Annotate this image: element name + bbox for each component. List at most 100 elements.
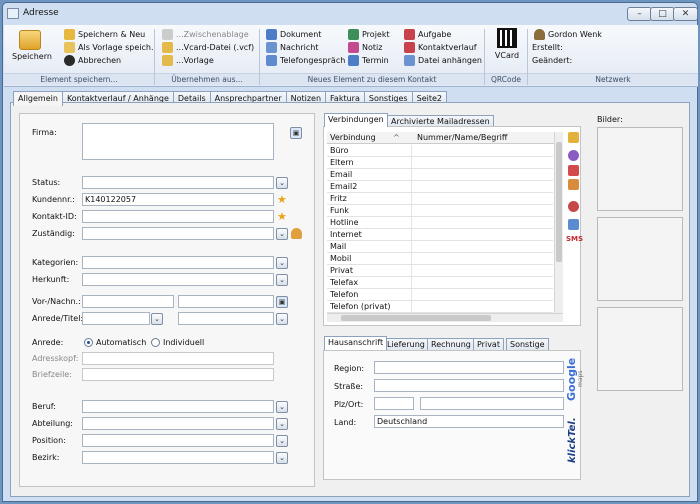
connection-row[interactable]: Funk bbox=[327, 205, 553, 217]
column-verbindung[interactable]: Verbindung bbox=[330, 133, 376, 142]
company-lookup-icon[interactable]: ▣ bbox=[290, 127, 302, 139]
connection-value-cell[interactable] bbox=[411, 241, 412, 253]
abteilung-dropdown-icon[interactable]: ⌄ bbox=[276, 418, 288, 430]
connection-row[interactable]: Telefon (privat) bbox=[327, 301, 553, 313]
abteilung-select[interactable] bbox=[82, 417, 274, 430]
owner-user[interactable]: Gordon Wenk bbox=[534, 29, 602, 40]
save-big-button[interactable]: Speichern bbox=[12, 28, 52, 68]
kategorien-select[interactable] bbox=[82, 256, 274, 269]
tab-hausanschrift[interactable]: Hausanschrift bbox=[324, 336, 388, 350]
save-template-button[interactable]: Als Vorlage speich. bbox=[64, 42, 154, 53]
image-slot-1[interactable] bbox=[597, 127, 683, 211]
new-document-button[interactable]: Dokument bbox=[266, 29, 321, 40]
connection-row[interactable]: Fritz bbox=[327, 193, 553, 205]
from-vcard-button[interactable]: ...Vcard-Datei (.vcf) bbox=[162, 42, 254, 53]
status-select[interactable] bbox=[82, 176, 274, 189]
titel-dropdown-icon[interactable]: ⌄ bbox=[276, 313, 288, 325]
klicktel-button[interactable]: klickTel. bbox=[566, 411, 586, 466]
maximize-button[interactable]: □ bbox=[650, 7, 675, 21]
new-history-button[interactable]: Kontaktverlauf bbox=[404, 42, 477, 53]
titel-select[interactable] bbox=[178, 312, 274, 325]
connection-row[interactable]: Email bbox=[327, 169, 553, 181]
bezirk-select[interactable] bbox=[82, 451, 274, 464]
ort-input[interactable] bbox=[420, 397, 564, 410]
new-call-button[interactable]: Telefongespräch bbox=[266, 55, 345, 66]
vorname-input[interactable] bbox=[82, 295, 174, 308]
vcard-qr-button[interactable]: VCard bbox=[492, 28, 522, 60]
new-message-button[interactable]: Nachricht bbox=[266, 42, 318, 53]
connection-value-cell[interactable] bbox=[411, 181, 412, 193]
connection-value-cell[interactable] bbox=[411, 289, 412, 301]
kategorien-dropdown-icon[interactable]: ⌄ bbox=[276, 257, 288, 269]
connection-row[interactable]: Internet bbox=[327, 229, 553, 241]
kundennr-input[interactable]: K140122057 bbox=[82, 193, 274, 206]
connection-value-cell[interactable] bbox=[411, 301, 412, 313]
position-dropdown-icon[interactable]: ⌄ bbox=[276, 435, 288, 447]
beruf-dropdown-icon[interactable]: ⌄ bbox=[276, 401, 288, 413]
herkunft-dropdown-icon[interactable]: ⌄ bbox=[276, 274, 288, 286]
zustaendig-select[interactable] bbox=[82, 227, 274, 240]
briefzeile-input[interactable] bbox=[82, 368, 274, 381]
from-clipboard-button[interactable]: ...Zwischenablage bbox=[162, 29, 249, 40]
land-input[interactable]: Deutschland bbox=[374, 415, 564, 428]
strasse-input[interactable] bbox=[374, 379, 564, 392]
tab-allgemein[interactable]: Allgemein bbox=[13, 91, 63, 106]
connection-row[interactable]: Eltern bbox=[327, 157, 553, 169]
position-select[interactable] bbox=[82, 434, 274, 447]
phone-icon[interactable] bbox=[568, 201, 579, 212]
name-lookup-icon[interactable]: ▣ bbox=[276, 296, 288, 308]
sms-icon[interactable]: SMS bbox=[566, 235, 583, 243]
firma-input[interactable] bbox=[82, 123, 274, 160]
connection-value-cell[interactable] bbox=[411, 169, 412, 181]
from-template-button[interactable]: ...Vorlage bbox=[162, 55, 214, 66]
delete-icon[interactable] bbox=[568, 165, 579, 176]
connection-row[interactable]: Mobil bbox=[327, 253, 553, 265]
new-appointment-button[interactable]: Termin bbox=[348, 55, 389, 66]
image-slot-2[interactable] bbox=[597, 217, 683, 301]
kontakt-id-input[interactable] bbox=[82, 210, 274, 223]
minimize-button[interactable]: – bbox=[627, 7, 652, 21]
tab-verbindungen[interactable]: Verbindungen bbox=[324, 113, 388, 127]
connection-row[interactable]: Hotline bbox=[327, 217, 553, 229]
bezirk-dropdown-icon[interactable]: ⌄ bbox=[276, 452, 288, 464]
anrede-select[interactable] bbox=[82, 312, 150, 325]
anrede-dropdown-icon[interactable]: ⌄ bbox=[151, 313, 163, 325]
save-new-button[interactable]: Speichern & Neu bbox=[64, 29, 145, 40]
horizontal-scrollbar[interactable] bbox=[327, 313, 563, 322]
connection-value-cell[interactable] bbox=[411, 265, 412, 277]
cancel-button[interactable]: Abbrechen bbox=[64, 55, 121, 66]
plz-input[interactable] bbox=[374, 397, 414, 410]
vertical-scrollbar[interactable] bbox=[554, 132, 563, 313]
connection-row[interactable]: Mail bbox=[327, 241, 553, 253]
zustaendig-dropdown-icon[interactable]: ⌄ bbox=[276, 228, 288, 240]
nachname-input[interactable] bbox=[178, 295, 274, 308]
connection-value-cell[interactable] bbox=[411, 193, 412, 205]
connection-row[interactable]: Büro bbox=[327, 145, 553, 157]
beruf-select[interactable] bbox=[82, 400, 274, 413]
connection-row[interactable]: Privat bbox=[327, 265, 553, 277]
status-dropdown-icon[interactable]: ⌄ bbox=[276, 177, 288, 189]
connection-value-cell[interactable] bbox=[411, 253, 412, 265]
star-icon[interactable]: ★ bbox=[277, 211, 287, 222]
connection-value-cell[interactable] bbox=[411, 277, 412, 289]
refresh-icon[interactable] bbox=[568, 150, 579, 161]
connection-row[interactable]: Email2 bbox=[327, 181, 553, 193]
add-connection-icon[interactable] bbox=[568, 132, 579, 143]
google-maps-button[interactable]: Google maps bbox=[564, 357, 584, 407]
close-button[interactable]: ✕ bbox=[673, 7, 698, 21]
connection-value-cell[interactable] bbox=[411, 229, 412, 241]
email-icon[interactable] bbox=[568, 179, 579, 190]
connection-value-cell[interactable] bbox=[411, 157, 412, 169]
connection-value-cell[interactable] bbox=[411, 145, 412, 157]
connection-row[interactable]: Telefon bbox=[327, 289, 553, 301]
region-input[interactable] bbox=[374, 361, 564, 374]
attach-file-button[interactable]: Datei anhängen bbox=[404, 55, 482, 66]
web-icon[interactable] bbox=[568, 219, 579, 230]
star-icon[interactable]: ★ bbox=[277, 194, 287, 205]
radio-automatisch[interactable] bbox=[84, 338, 93, 347]
herkunft-select[interactable] bbox=[82, 273, 274, 286]
connection-value-cell[interactable] bbox=[411, 205, 412, 217]
radio-individuell[interactable] bbox=[151, 338, 160, 347]
connection-row[interactable]: Telefax bbox=[327, 277, 553, 289]
new-task-button[interactable]: Aufgabe bbox=[404, 29, 451, 40]
